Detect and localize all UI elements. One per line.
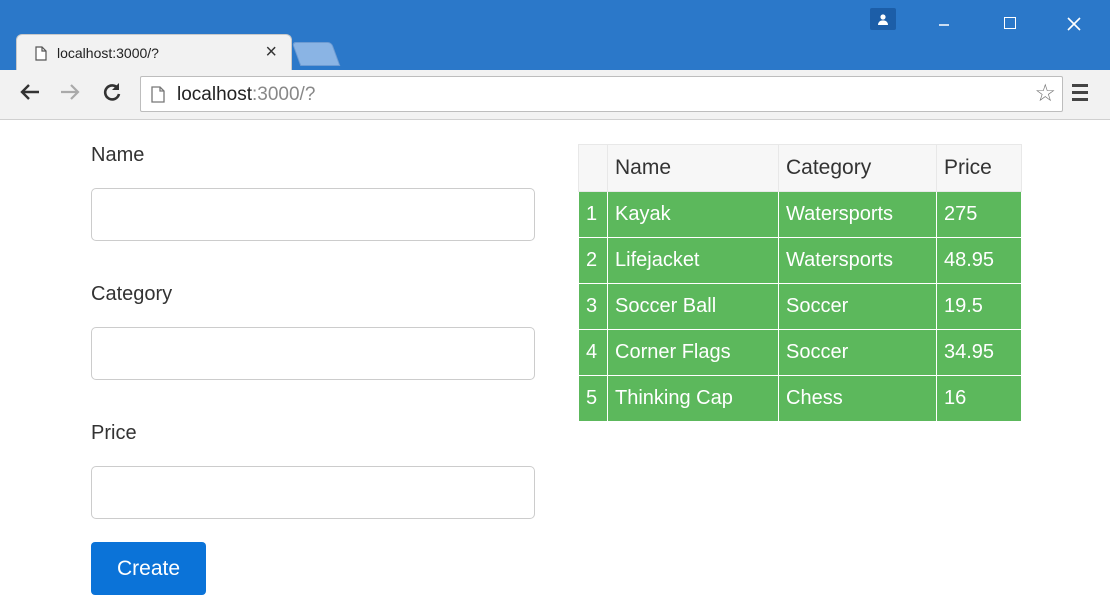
address-bar[interactable]: localhost:3000/? ☆ <box>140 76 1063 112</box>
url-host: localhost <box>177 84 252 105</box>
header-index <box>578 144 608 192</box>
reload-icon <box>103 83 121 101</box>
category-label: Category <box>91 283 173 305</box>
create-button[interactable]: Create <box>91 542 206 595</box>
back-button[interactable] <box>20 82 40 106</box>
browser-toolbar: localhost:3000/? ☆ <box>0 70 1110 120</box>
url-port-path: :3000/? <box>252 84 316 105</box>
page-icon <box>151 86 165 108</box>
table-row: 4 Corner Flags Soccer 34.95 <box>578 329 1022 376</box>
header-name: Name <box>607 144 779 192</box>
row-category: Watersports <box>778 237 937 284</box>
page-icon <box>35 46 47 66</box>
forward-button[interactable] <box>60 82 80 106</box>
row-index: 5 <box>578 375 608 422</box>
row-category: Soccer <box>778 283 937 330</box>
row-price: 19.5 <box>936 283 1022 330</box>
row-name: Kayak <box>607 191 779 238</box>
table-row: 1 Kayak Watersports 275 <box>578 191 1022 238</box>
maximize-icon <box>1004 17 1016 29</box>
profile-icon[interactable] <box>870 8 896 30</box>
row-index: 1 <box>578 191 608 238</box>
reload-button[interactable] <box>102 82 122 107</box>
header-price: Price <box>936 144 1022 192</box>
browser-tab[interactable]: localhost:3000/? × <box>16 34 292 72</box>
row-index: 4 <box>578 329 608 376</box>
product-form: Name Category Price Create <box>91 140 535 595</box>
tab-close-icon[interactable]: × <box>265 41 277 63</box>
header-category: Category <box>778 144 937 192</box>
row-index: 3 <box>578 283 608 330</box>
row-price: 48.95 <box>936 237 1022 284</box>
name-label: Name <box>91 144 145 166</box>
row-price: 34.95 <box>936 329 1022 376</box>
table-row: 3 Soccer Ball Soccer 19.5 <box>578 283 1022 330</box>
maximize-button[interactable] <box>990 10 1030 40</box>
row-category: Soccer <box>778 329 937 376</box>
category-input[interactable] <box>91 327 535 380</box>
table-row: 2 Lifejacket Watersports 48.95 <box>578 237 1022 284</box>
row-price: 275 <box>936 191 1022 238</box>
products-table: Name Category Price 1 Kayak Watersports … <box>578 144 1022 422</box>
new-tab-button[interactable] <box>291 42 341 66</box>
bookmark-star-icon[interactable]: ☆ <box>1034 79 1056 108</box>
price-input[interactable] <box>91 466 535 519</box>
window-titlebar: localhost:3000/? × <box>0 0 1110 72</box>
url-text: localhost:3000/? <box>177 84 315 106</box>
menu-icon[interactable] <box>1072 84 1088 105</box>
price-label: Price <box>91 422 137 444</box>
row-index: 2 <box>578 237 608 284</box>
minimize-button[interactable] <box>924 10 964 40</box>
back-arrow-icon <box>20 84 39 100</box>
forward-arrow-icon <box>61 84 80 100</box>
row-category: Watersports <box>778 191 937 238</box>
row-name: Lifejacket <box>607 237 779 284</box>
table-header-row: Name Category Price <box>578 144 1022 192</box>
row-price: 16 <box>936 375 1022 422</box>
row-name: Corner Flags <box>607 329 779 376</box>
tab-title: localhost:3000/? <box>57 45 159 61</box>
name-input[interactable] <box>91 188 535 241</box>
row-name: Thinking Cap <box>607 375 779 422</box>
table-row: 5 Thinking Cap Chess 16 <box>578 375 1022 422</box>
row-category: Chess <box>778 375 937 422</box>
row-name: Soccer Ball <box>607 283 779 330</box>
close-window-button[interactable] <box>1054 10 1094 40</box>
